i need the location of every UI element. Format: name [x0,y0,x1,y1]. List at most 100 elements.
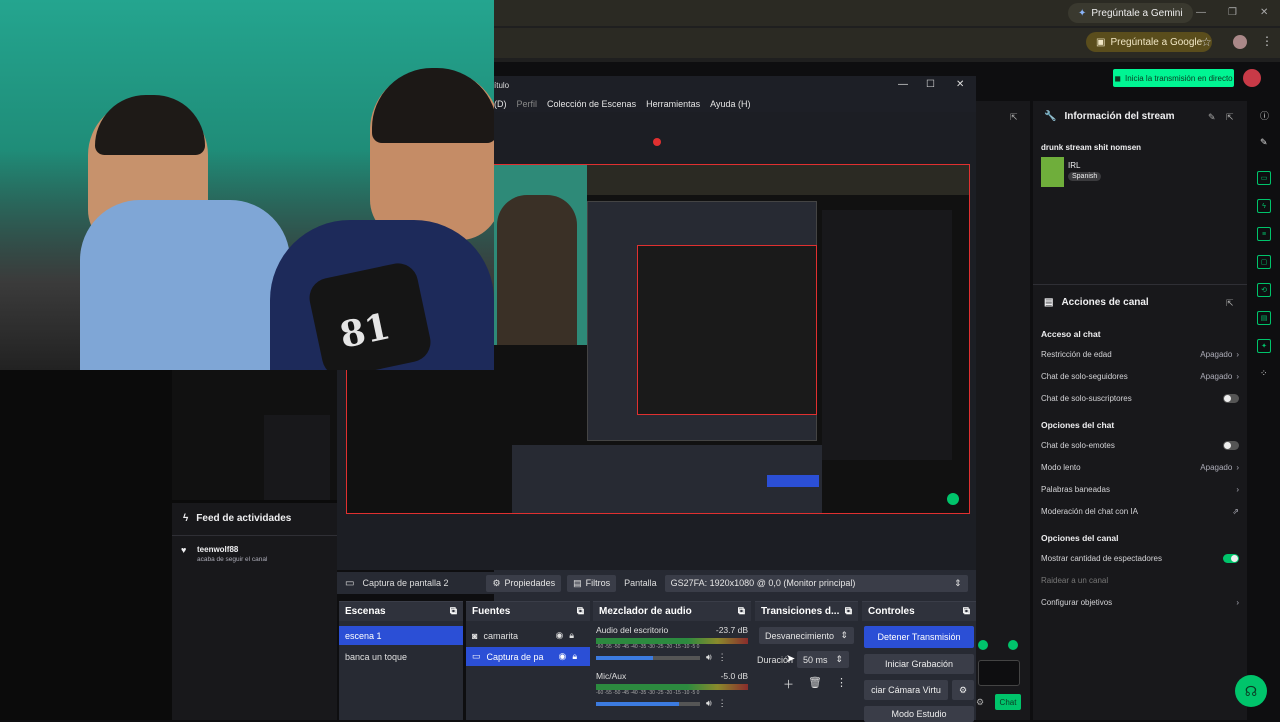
close-button[interactable]: ✕ [1260,7,1268,18]
sync-quick-icon[interactable]: ⟲ [1257,283,1271,297]
google-lens-button[interactable]: ▣ Pregúntale a Google [1086,32,1213,52]
lock-icon[interactable]: 🔒︎ [569,630,574,641]
lock-icon[interactable]: 🔒︎ [572,651,577,662]
trash-icon[interactable]: 🗑︎ [808,676,822,692]
status-icon [978,640,988,650]
pencil-icon[interactable]: ✎ [1260,137,1268,148]
channel-options-heading: Opciones del canal [1041,533,1119,543]
menu-item-profile[interactable]: Perfil [517,99,538,109]
menu-item-view[interactable]: (D) [494,99,507,109]
popout-icon[interactable]: ⇱ [1010,112,1018,123]
gemini-button[interactable]: ✦ Pregúntale a Gemini [1068,3,1193,23]
rotation-handle[interactable] [653,138,661,146]
obs-minimize-button[interactable]: — [898,79,908,90]
selected-source-name: Captura de pantalla 2 [362,578,449,588]
chat-input[interactable] [978,660,1020,686]
speaker-icon[interactable]: 🔊︎ [706,652,712,663]
virtual-camera-button[interactable]: ciar Cámara Virtu [864,680,948,700]
menu-item-help[interactable]: Ayuda (H) [710,99,750,109]
chat-access-heading: Acceso al chat [1041,329,1101,339]
properties-button[interactable]: ⚙ Propiedades [486,574,562,592]
scenes-header: Escenas ⧉ [339,602,463,621]
activity-feed-header: ϟ Feed de actividades [183,513,292,524]
menu-dots-icon[interactable]: ⋮ [1261,34,1273,48]
updown-icon: ⇕ [835,654,844,664]
raid-channel-row[interactable]: Raidear a un canal [1041,571,1239,589]
dock-popout-icon[interactable]: ⧉ [845,606,852,617]
save-quick-icon[interactable]: ▤ [1257,311,1271,325]
edit-icon[interactable]: ✎ [1208,112,1216,123]
scene-item[interactable]: banca un toque [339,647,463,666]
emote-only-toggle[interactable] [1223,440,1239,450]
duration-spinbox[interactable]: 50 ms ⇕ [797,651,850,668]
add-icon[interactable]: ＋ [783,676,794,692]
chevron-right-icon: › [1236,462,1239,472]
share-icon[interactable]: ⁘ [1260,368,1268,379]
eye-icon[interactable]: ◉ [559,651,567,662]
quick-actions-strip [1249,101,1280,720]
volume-slider[interactable] [596,701,700,706]
source-item[interactable]: ▭ Captura de pa ◉ 🔒︎ [466,647,590,666]
obs-maximize-button[interactable]: ☐ [926,79,935,90]
chat-button[interactable]: Chat [995,694,1021,710]
filters-button[interactable]: ▤ Filtros [567,574,617,592]
obs-close-button[interactable]: ✕ [956,79,964,90]
transition-select[interactable]: Desvanecimiento ⇕ [759,627,854,644]
popout-icon-2[interactable]: ⇱ [1226,112,1234,123]
stream-title: drunk stream shit nomsen [1041,143,1142,152]
source-item[interactable]: ◙ camarita ◉ 🔒︎ [466,626,590,645]
menu-item-scene-collection[interactable]: Colección de Escenas [547,99,636,109]
dock-popout-icon[interactable]: ⧉ [738,606,745,617]
bookmark-star-icon[interactable]: ☆ [1201,35,1212,49]
more-options-icon[interactable]: ⋮ [836,676,847,692]
screen-select[interactable]: GS27FA: 1920x1080 @ 0,0 (Monitor princip… [664,574,968,592]
wrench-icon: 🔧 [1044,111,1057,122]
tools-icon: ▤ [1044,297,1054,308]
stop-streaming-button[interactable]: Detener Transmisión [864,626,974,648]
feed-user[interactable]: teenwolf88 [197,545,238,554]
nested-preview [637,245,817,415]
channel-db: -5.0 dB [720,671,748,681]
menu-item-tools[interactable]: Herramientas [646,99,700,109]
followers-only-row[interactable]: Chat de solo-seguidores Apagado › [1041,367,1239,385]
audio-mixer-dock: Mezclador de audio ⧉ Audio del escritorio… [593,601,751,720]
speaker-icon[interactable]: 🔊︎ [706,698,712,709]
dock-popout-icon[interactable]: ⧉ [963,606,970,617]
bolt-quick-icon[interactable]: ϟ [1257,199,1271,213]
chat-quick-icon[interactable]: ▭ [1257,171,1271,185]
volume-slider[interactable] [596,655,700,660]
status-icon-2 [1008,640,1018,650]
list-quick-icon[interactable]: ≡ [1257,227,1271,241]
go-live-button[interactable]: ◼ Inicia la transmisión en directo [1113,69,1234,87]
slow-mode-row[interactable]: Modo lento Apagado › [1041,458,1239,476]
eye-icon[interactable]: ◉ [555,630,563,641]
nested-feed-mini [264,415,330,500]
monitor-quick-icon[interactable]: ▢ [1257,255,1271,269]
dock-popout-icon[interactable]: ⧉ [450,606,457,617]
popout-icon-3[interactable]: ⇱ [1226,298,1234,309]
subscribers-only-toggle[interactable] [1223,393,1239,403]
settings-gear-icon[interactable]: ⚙ [976,697,984,708]
dock-popout-icon[interactable]: ⧉ [577,606,584,617]
scene-item[interactable]: escena 1 [339,626,463,645]
info-icon[interactable]: ⓘ [1260,109,1269,122]
configure-goals-row[interactable]: Configurar objetivos › [1041,593,1239,611]
nested-panel [822,210,952,460]
age-restriction-row[interactable]: Restricción de edad Apagado › [1041,345,1239,363]
user-avatar[interactable] [1243,69,1261,87]
virtual-camera-settings-icon[interactable]: ⚙ [952,680,974,700]
start-recording-button[interactable]: Iniciar Grabación [864,654,974,674]
wrench-quick-icon[interactable]: ✦ [1257,339,1271,353]
minimize-button[interactable]: — [1196,7,1206,18]
more-options-icon[interactable]: ⋮ [718,698,727,709]
viewer-count-toggle[interactable] [1223,553,1239,563]
help-headset-icon[interactable]: ☊ [1235,675,1267,707]
maximize-button[interactable]: ❐ [1228,7,1237,18]
controls-header: Controles ⧉ [862,602,976,621]
ai-moderation-row[interactable]: Moderación del chat con IA ⇗ [1041,502,1239,520]
mixer-channel: Audio del escritorio -23.7 dB -60 -55 -5… [593,621,751,663]
profile-avatar[interactable] [1233,35,1247,49]
more-options-icon[interactable]: ⋮ [718,652,727,663]
mixer-channel: Mic/Aux -5.0 dB -60 -55 -50 -45 -40 -35 … [593,663,751,709]
banned-words-row[interactable]: Palabras baneadas › [1041,480,1239,498]
